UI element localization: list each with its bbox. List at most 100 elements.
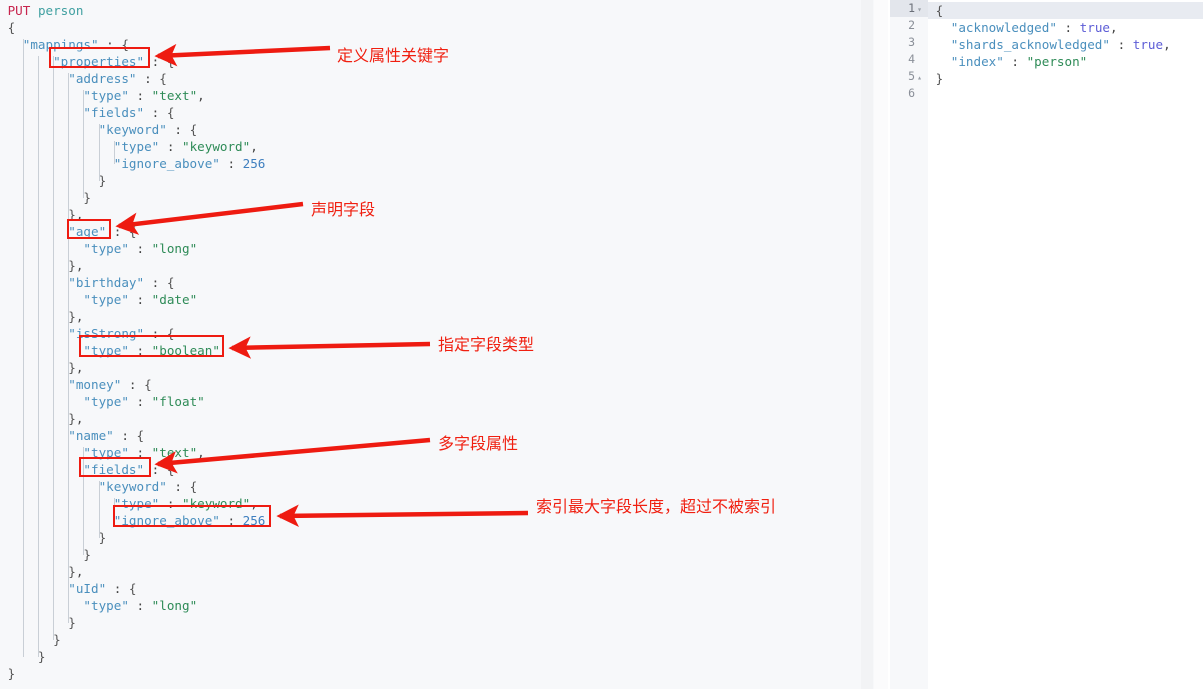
line-number[interactable]: 4 (890, 51, 928, 68)
token-brace: { (166, 105, 175, 120)
token-str: "text" (151, 88, 198, 103)
token-punct: : (113, 428, 137, 443)
code-line: }, (0, 257, 265, 274)
code-line: "mappings" : { (0, 36, 265, 53)
token-key: "keyword" (98, 122, 167, 137)
token-brace: } (935, 71, 944, 86)
token-key: "type" (83, 598, 129, 613)
line-number[interactable]: 3 (890, 34, 928, 51)
token-num: 256 (242, 156, 266, 171)
token-str: "person" (1026, 54, 1088, 69)
token-brace: { (935, 3, 944, 18)
code-line: } (0, 614, 265, 631)
token-key: "type" (113, 139, 160, 154)
token-punct: : (159, 496, 182, 511)
code-line: } (0, 648, 265, 665)
code-line: }, (0, 308, 265, 325)
code-line: { (928, 2, 1171, 19)
token-str: "long" (151, 598, 198, 613)
console-window: PUT person { "mappings" : { "properties"… (0, 0, 1203, 689)
token-key: "ignore_above" (113, 513, 220, 528)
line-number[interactable]: 5 ▴ (890, 68, 928, 85)
token-key: "ignore_above" (113, 156, 220, 171)
token-brace: } (7, 666, 16, 681)
code-line: "type" : "text", (0, 87, 265, 104)
code-line: "uId" : { (0, 580, 265, 597)
fold-toggle-icon[interactable]: ▴ (915, 69, 924, 86)
code-line: } (0, 529, 265, 546)
token-punct: : (144, 462, 167, 477)
token-key: "type" (83, 88, 129, 103)
code-line: "shards_acknowledged" : true, (928, 36, 1171, 53)
token-str: "date" (151, 292, 198, 307)
code-line: } (0, 172, 265, 189)
token-punct: : (128, 445, 152, 460)
token-punct: , (197, 445, 205, 460)
code-line: "type" : "keyword", (0, 138, 265, 155)
code-line: } (928, 70, 1171, 87)
token-str: "keyword" (181, 139, 251, 154)
request-editor-content[interactable]: PUT person { "mappings" : { "properties"… (0, 0, 266, 682)
token-punct: , (250, 139, 258, 154)
token-punct: , (75, 309, 84, 324)
token-punct: : (219, 156, 243, 171)
panel-splitter[interactable] (874, 0, 888, 689)
response-editor-panel[interactable]: 1 ▾ 2 3 4 5 ▴ 6 { "acknowledged" : true, "sh… (890, 0, 1203, 689)
token-punct: : (128, 241, 152, 256)
token-key: "mappings" (22, 37, 99, 52)
code-line: "age" : { (0, 223, 265, 240)
token-key: "age" (68, 224, 107, 239)
code-line: "keyword" : { (0, 478, 265, 495)
token-key: "fields" (83, 462, 145, 477)
token-key: "name" (68, 428, 114, 443)
code-line: "type" : "long" (0, 240, 265, 257)
token-punct: : (128, 343, 152, 358)
code-line: "fields" : { (0, 104, 265, 121)
token-punct: : (106, 581, 129, 596)
request-editor-panel[interactable]: PUT person { "mappings" : { "properties"… (0, 0, 878, 689)
code-line: "index" : "person" (928, 53, 1171, 70)
code-line: "type" : "date" (0, 291, 265, 308)
token-brace: } (98, 173, 107, 188)
line-number[interactable]: 2 (890, 17, 928, 34)
response-line-number-gutter[interactable]: 1 ▾ 2 3 4 5 ▴ 6 (890, 0, 928, 689)
code-line: "properties" : { (0, 53, 265, 70)
fold-toggle-icon[interactable]: ▾ (915, 1, 924, 18)
token-key: "money" (68, 377, 122, 392)
token-brace: { (189, 479, 198, 494)
token-punct: , (250, 496, 258, 511)
token-brace: { (166, 54, 175, 69)
token-str: "boolean" (151, 343, 220, 358)
token-bool: true (1132, 37, 1164, 52)
token-punct: : (219, 513, 243, 528)
token-brace: { (121, 37, 129, 52)
token-brace: { (189, 122, 198, 137)
token-brace: } (83, 190, 91, 205)
line-number[interactable]: 1 ▾ (890, 0, 928, 17)
code-line: "ignore_above" : 256 (0, 155, 266, 172)
token-key: "shards_acknowledged" (950, 37, 1110, 52)
line-number-value: 4 (908, 52, 915, 66)
token-brace: } (68, 564, 76, 579)
token-url: person (37, 3, 84, 18)
token-method: PUT (7, 3, 31, 18)
token-punct: : (166, 479, 190, 494)
code-line: "keyword" : { (0, 121, 265, 138)
code-line: "birthday" : { (0, 274, 265, 291)
token-num: 256 (242, 513, 266, 528)
token-brace: } (68, 207, 76, 222)
token-punct: , (75, 360, 84, 375)
line-number[interactable]: 6 (890, 85, 928, 102)
token-brace: } (68, 360, 76, 375)
token-key: "fields" (83, 105, 145, 120)
code-line: "money" : { (0, 376, 265, 393)
token-brace: } (68, 309, 76, 324)
token-punct: : (128, 88, 152, 103)
token-brace: } (37, 649, 46, 664)
code-line: } (0, 546, 265, 563)
token-punct: : (121, 377, 145, 392)
token-brace: } (68, 258, 76, 273)
code-line: "name" : { (0, 427, 265, 444)
request-scrollbar-track[interactable] (861, 0, 873, 689)
